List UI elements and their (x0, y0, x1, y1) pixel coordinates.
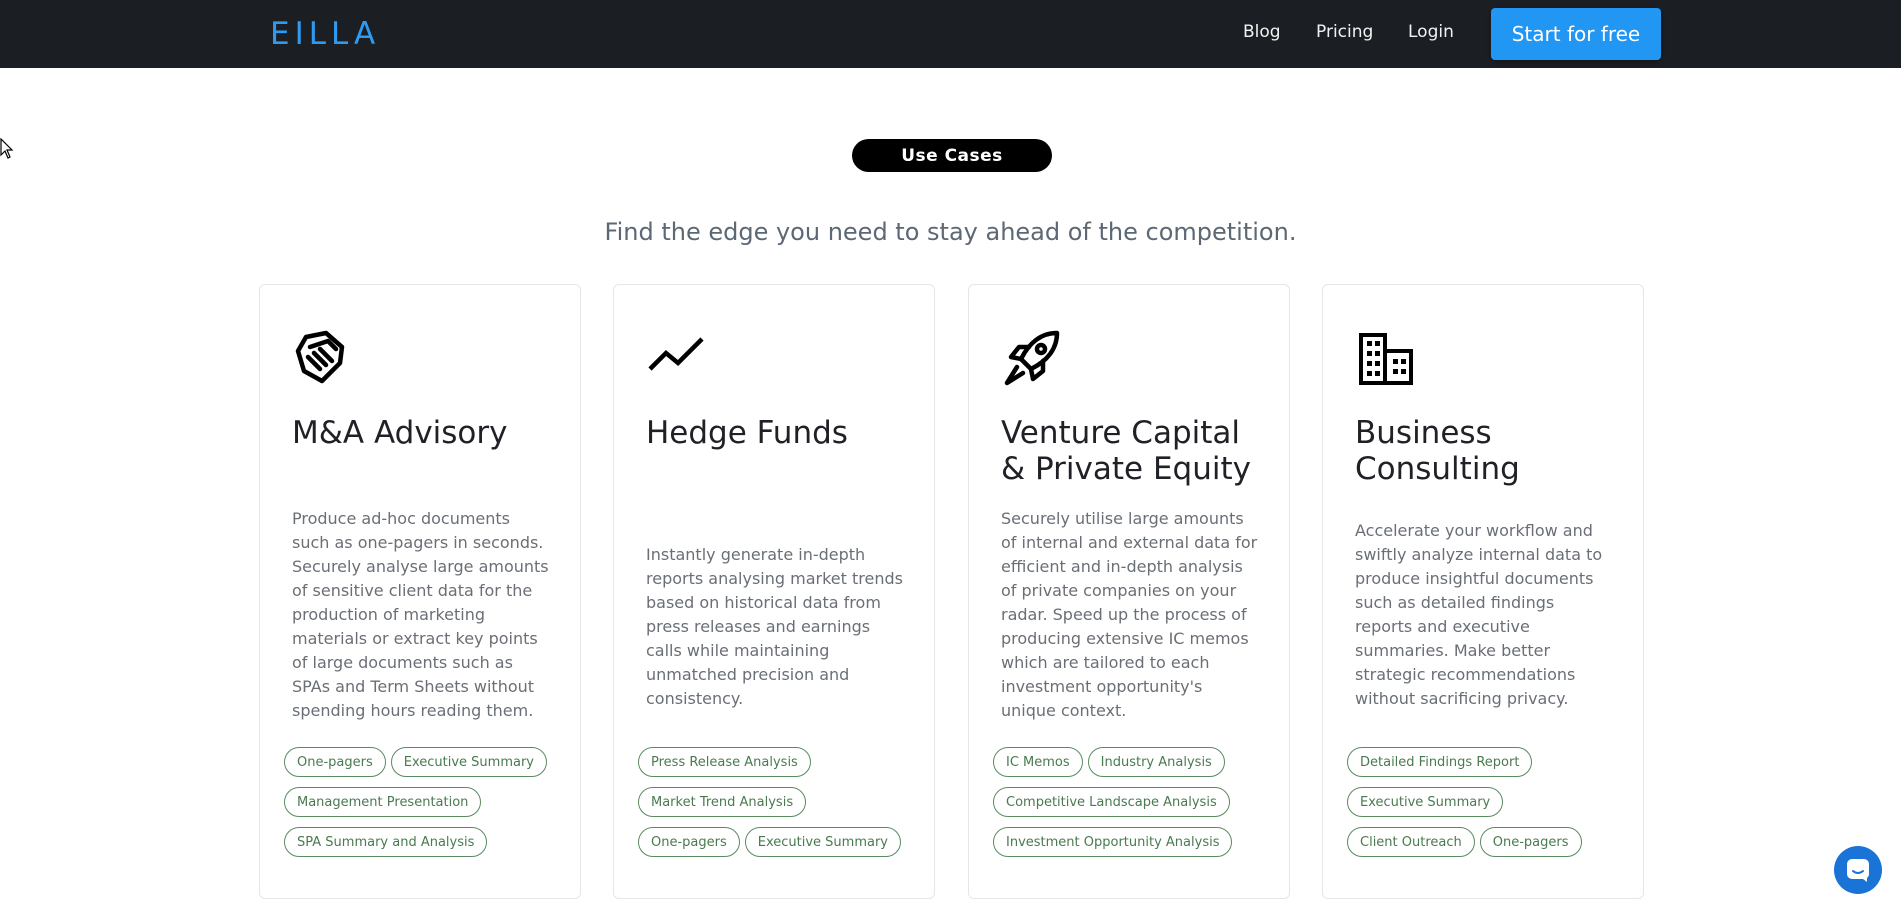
use-case-card-business-consulting: Business Consulting Accelerate your work… (1322, 284, 1644, 899)
card-tags: Press Release Analysis Market Trend Anal… (638, 747, 928, 867)
tag-detailed-findings-report[interactable]: Detailed Findings Report (1347, 747, 1533, 777)
tag-executive-summary[interactable]: Executive Summary (1347, 787, 1504, 817)
nav-link-blog[interactable]: Blog (1243, 22, 1281, 42)
card-title: M&A Advisory (292, 415, 508, 451)
card-tags: One-pagers Executive Summary Management … (284, 747, 574, 867)
tag-client-outreach[interactable]: Client Outreach (1347, 827, 1475, 857)
use-case-card-hedge-funds: Hedge Funds Instantly generate in-depth … (613, 284, 935, 899)
nav-link-login[interactable]: Login (1408, 22, 1454, 42)
card-title: Business Consulting (1355, 415, 1520, 487)
card-description: Accelerate your workflow and swiftly ana… (1355, 521, 1603, 708)
start-for-free-button[interactable]: Start for free (1491, 8, 1661, 60)
tag-ic-memos[interactable]: IC Memos (993, 747, 1083, 777)
tag-one-pagers[interactable]: One-pagers (284, 747, 386, 777)
card-description: Produce ad-hoc documents such as one-pag… (292, 509, 549, 720)
tag-investment-opportunity-analysis[interactable]: Investment Opportunity Analysis (993, 827, 1233, 857)
use-case-card-ma-advisory: M&A Advisory Produce ad-hoc documents su… (259, 284, 581, 899)
card-title: Venture Capital & Private Equity (1001, 415, 1251, 487)
tag-executive-summary[interactable]: Executive Summary (744, 827, 901, 857)
tag-press-release-analysis[interactable]: Press Release Analysis (638, 747, 811, 777)
handshake-icon (295, 330, 345, 384)
use-case-card-venture-capital: Venture Capital & Private Equity Securel… (968, 284, 1290, 899)
tag-one-pagers[interactable]: One-pagers (638, 827, 740, 857)
top-navigation-bar: EILLA Blog Pricing Login Start for free (0, 0, 1901, 68)
office-building-icon (1359, 333, 1413, 385)
card-description: Securely utilise large amounts of intern… (1001, 509, 1258, 720)
eilla-logo[interactable]: EILLA (270, 16, 380, 52)
tag-management-presentation[interactable]: Management Presentation (284, 787, 482, 817)
nav-link-pricing[interactable]: Pricing (1316, 22, 1373, 42)
tag-executive-summary[interactable]: Executive Summary (390, 747, 547, 777)
card-description: Instantly generate in-depth reports anal… (646, 545, 903, 708)
card-title: Hedge Funds (646, 415, 848, 451)
tag-spa-summary-and-analysis[interactable]: SPA Summary and Analysis (284, 827, 488, 857)
section-subtitle: Find the edge you need to stay ahead of … (604, 218, 1297, 246)
card-tags: Detailed Findings Report Executive Summa… (1347, 747, 1637, 867)
tag-market-trend-analysis[interactable]: Market Trend Analysis (638, 787, 807, 817)
mouse-cursor-icon (0, 138, 14, 159)
tag-one-pagers[interactable]: One-pagers (1479, 827, 1582, 857)
rocket-icon (1004, 330, 1060, 386)
tag-competitive-landscape-analysis[interactable]: Competitive Landscape Analysis (993, 787, 1230, 817)
tag-industry-analysis[interactable]: Industry Analysis (1087, 747, 1225, 777)
trend-line-icon (648, 337, 704, 371)
use-cases-badge: Use Cases (852, 139, 1052, 172)
chat-bubble-icon (1847, 859, 1869, 882)
card-tags: IC Memos Industry Analysis Competitive L… (993, 747, 1283, 867)
chat-launcher-button[interactable] (1834, 846, 1882, 894)
